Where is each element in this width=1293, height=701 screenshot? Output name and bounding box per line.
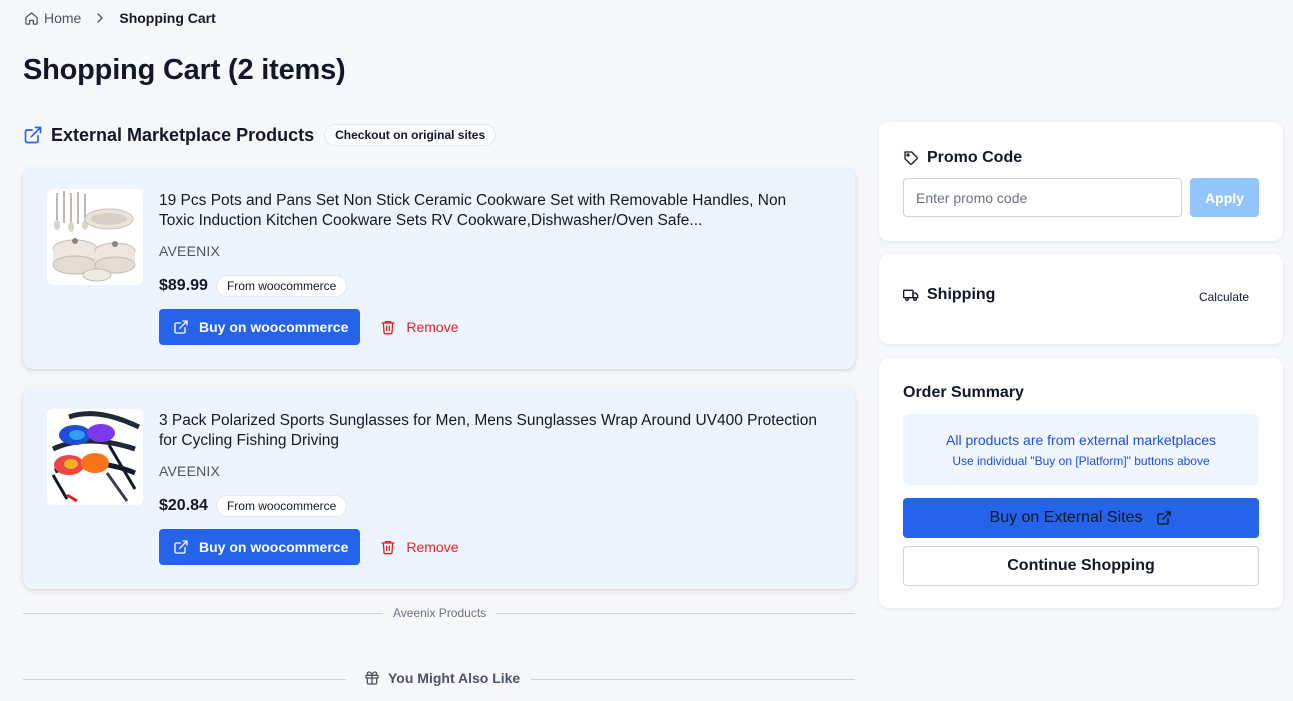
buy-on-woocommerce-button[interactable]: Buy on woocommerce bbox=[159, 309, 361, 345]
notice-title: All products are from external marketpla… bbox=[946, 432, 1216, 448]
chevron-right-icon bbox=[97, 13, 104, 23]
trash-icon bbox=[381, 321, 396, 335]
remove-button-label[interactable]: Remove bbox=[406, 319, 458, 335]
external-link-icon bbox=[24, 126, 42, 144]
external-section-title: External Marketplace Products bbox=[51, 124, 315, 145]
remove-button-label[interactable]: Remove bbox=[406, 539, 458, 555]
item-actions: Buy on woocommerce Remove bbox=[159, 309, 459, 345]
source-badge: From woocommerce bbox=[215, 495, 348, 517]
cart-item: 19 Pcs Pots and Pans Set Non Stick Ceram… bbox=[23, 167, 855, 369]
product-image-sunglasses[interactable] bbox=[47, 409, 143, 505]
continue-shopping-button[interactable]: Continue Shopping bbox=[903, 546, 1259, 586]
truck-icon bbox=[903, 289, 919, 301]
calculate-shipping-button[interactable]: Calculate bbox=[1199, 290, 1249, 304]
promo-code-panel: Promo Code Apply bbox=[879, 122, 1283, 241]
buy-external-label[interactable]: Buy on External Sites bbox=[990, 509, 1143, 527]
product-name[interactable]: 19 Pcs Pots and Pans Set Non Stick Ceram… bbox=[159, 191, 819, 231]
buy-button-label[interactable]: Buy on woocommerce bbox=[199, 539, 348, 555]
buy-on-external-sites-button[interactable]: Buy on External Sites bbox=[903, 498, 1259, 538]
also-like-label: You Might Also Like bbox=[388, 670, 521, 686]
product-brand: AVEENIX bbox=[159, 463, 221, 479]
promo-code-title: Promo Code bbox=[927, 149, 1023, 166]
price-row: $89.99 From woocommerce bbox=[159, 275, 348, 297]
cart-item: 3 Pack Polarized Sports Sunglasses for M… bbox=[23, 387, 855, 589]
shipping-title: Shipping bbox=[927, 286, 996, 303]
external-marketplaces-notice: All products are from external marketpla… bbox=[903, 414, 1259, 485]
page-title: Shopping Cart (2 items) bbox=[23, 54, 346, 86]
external-link-icon bbox=[174, 540, 188, 554]
product-price: $20.84 bbox=[159, 497, 208, 514]
also-like-divider-left bbox=[23, 679, 346, 680]
source-badge: From woocommerce bbox=[215, 275, 348, 297]
product-brand: AVEENIX bbox=[159, 243, 221, 259]
apply-promo-button[interactable]: Apply bbox=[1190, 178, 1259, 217]
breadcrumb-home-link[interactable]: Home bbox=[24, 10, 81, 26]
breadcrumb: Home Shopping Cart bbox=[24, 10, 216, 26]
price-row: $20.84 From woocommerce bbox=[159, 495, 348, 517]
aveenix-divider-label: Aveenix Products bbox=[383, 606, 497, 620]
buy-button-label[interactable]: Buy on woocommerce bbox=[199, 319, 348, 335]
trash-icon bbox=[381, 541, 396, 555]
shipping-panel: Shipping Calculate bbox=[879, 254, 1283, 344]
item-actions: Buy on woocommerce Remove bbox=[159, 529, 459, 565]
checkout-badge: Checkout on original sites bbox=[324, 124, 497, 146]
promo-code-header: Promo Code bbox=[903, 149, 1022, 167]
breadcrumb-home-label[interactable]: Home bbox=[44, 10, 81, 26]
shipping-header: Shipping bbox=[903, 286, 995, 304]
external-link-icon bbox=[1157, 511, 1172, 525]
order-summary-title: Order Summary bbox=[903, 384, 1024, 401]
product-price: $89.99 bbox=[159, 277, 208, 294]
product-image-cookware[interactable] bbox=[47, 189, 143, 285]
notice-subtitle: Use individual "Buy on [Platform]" butto… bbox=[952, 454, 1210, 468]
remove-button[interactable]: Remove bbox=[380, 319, 459, 335]
product-name[interactable]: 3 Pack Polarized Sports Sunglasses for M… bbox=[159, 411, 819, 451]
external-section-header: External Marketplace Products Checkout o… bbox=[23, 124, 497, 146]
promo-code-input[interactable] bbox=[903, 178, 1182, 217]
also-like-divider-right bbox=[531, 679, 855, 680]
you-might-also-like-heading: You Might Also Like bbox=[364, 670, 520, 686]
remove-button[interactable]: Remove bbox=[380, 539, 459, 555]
tag-icon bbox=[904, 151, 918, 165]
breadcrumb-current: Shopping Cart bbox=[119, 10, 216, 26]
home-icon bbox=[25, 11, 38, 25]
gift-icon bbox=[365, 671, 379, 685]
order-summary-panel: Order Summary All products are from exte… bbox=[879, 358, 1283, 608]
buy-on-woocommerce-button[interactable]: Buy on woocommerce bbox=[159, 529, 361, 565]
external-link-icon bbox=[174, 320, 188, 334]
